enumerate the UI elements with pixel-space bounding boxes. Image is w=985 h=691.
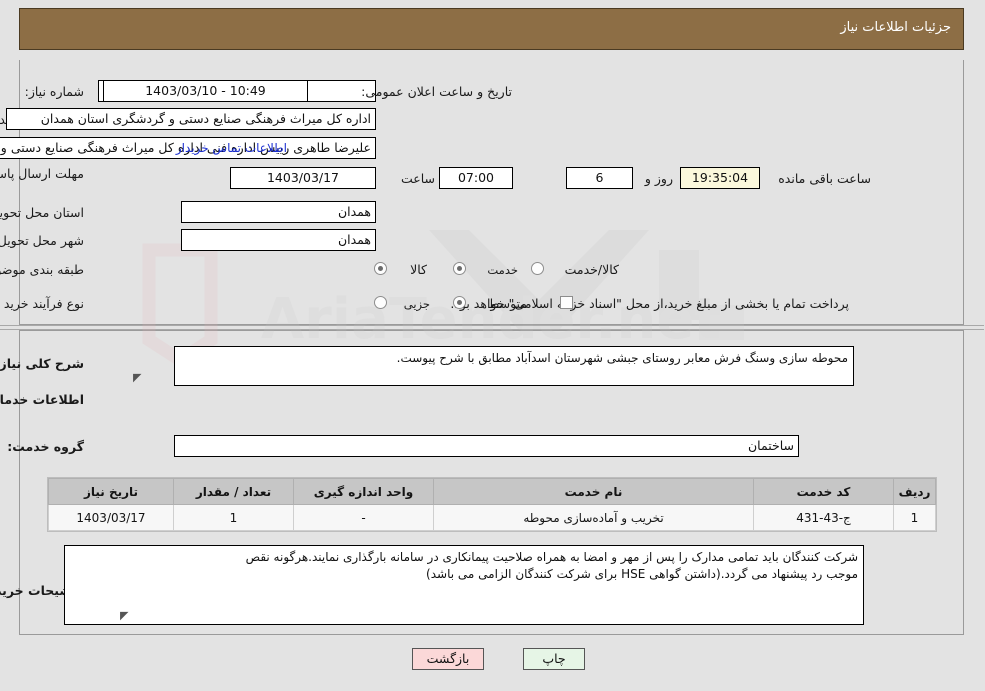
cell-row-no: 1 <box>894 504 937 531</box>
th-row-no: ردیف <box>894 478 937 505</box>
delivery-province-value: همدان <box>182 201 377 223</box>
remaining-days-label: روز و <box>645 171 674 186</box>
table-row: 1 ج-43-431 تخریب و آماده‌سازی محوطه - 1 … <box>49 504 937 531</box>
delivery-city-label: شهر محل تحویل: <box>0 233 85 248</box>
service-group-value: ساختمان <box>175 435 800 457</box>
radio-process-jozee[interactable] <box>375 296 388 309</box>
remaining-time-suffix-label: ساعت باقی مانده <box>779 171 872 186</box>
service-group-label: گروه خدمت: <box>8 439 85 454</box>
services-table: ردیف کد خدمت نام خدمت واحد اندازه گیری ت… <box>48 477 938 532</box>
deadline-hour-label: ساعت <box>401 171 436 186</box>
th-need-date: تاریخ نیاز <box>49 478 175 505</box>
buyer-contact-link[interactable]: اطلاعات تماس خریدار <box>177 141 288 155</box>
radio-category-khedmat[interactable] <box>454 262 467 275</box>
radio-category-kala-khedmat[interactable] <box>532 262 545 275</box>
need-number-label: شماره نیاز: <box>25 84 85 99</box>
page-root: جزئیات اطلاعات نیاز AriaTender.net شماره… <box>0 0 985 691</box>
buyer-remarks-resize-grip[interactable]: ◥ <box>121 609 129 622</box>
delivery-city-value: همدان <box>182 229 377 251</box>
buyer-remarks-line-1: شرکت کنندگان باید تمامی مدارک را پس از م… <box>246 550 859 564</box>
page-title: جزئیات اطلاعات نیاز <box>841 20 952 35</box>
cell-service-name: تخریب و آماده‌سازی محوطه <box>434 504 755 531</box>
deadline-label: مهلت ارسال پاسخ: تا تاریخ: <box>0 166 85 181</box>
category-label: طبقه بندی موضوعی: <box>0 262 85 277</box>
description-resize-grip[interactable]: ◥ <box>134 371 142 384</box>
back-button[interactable]: بازگشت <box>413 648 485 670</box>
buyer-remarks-line-2: موجب رد پیشنهاد می گردد.(داشتن گواهی HSE… <box>427 567 859 581</box>
description-label: شرح کلی نیاز: <box>0 356 85 371</box>
radio-category-khedmat-label: خدمت <box>488 263 519 277</box>
cell-need-date: 1403/03/17 <box>49 504 175 531</box>
radio-category-kala-label: کالا <box>411 262 428 277</box>
th-unit: واحد اندازه گیری <box>294 478 435 505</box>
radio-process-jozee-label: جزیی <box>404 297 431 311</box>
buyer-org-value: اداره کل میراث فرهنگی صنایع دستی و گردشگ… <box>7 108 377 130</box>
radio-category-kala-khedmat-label: کالا/خدمت <box>565 262 620 277</box>
treasury-bonds-label: پرداخت تمام یا بخشی از مبلغ خرید،از محل … <box>451 296 850 311</box>
cell-quantity: 1 <box>174 504 295 531</box>
th-service-code: کد خدمت <box>754 478 895 505</box>
deadline-date-value: 1403/03/17 <box>231 167 377 189</box>
radio-category-kala[interactable] <box>375 262 388 275</box>
table-header-row: ردیف کد خدمت نام خدمت واحد اندازه گیری ت… <box>49 478 937 505</box>
th-quantity: تعداد / مقدار <box>174 478 295 505</box>
deadline-time-value: 07:00 <box>440 167 514 189</box>
delivery-province-label: استان محل تحویل: <box>0 205 85 220</box>
remaining-time-value: 19:35:04 <box>681 167 761 189</box>
treasury-bonds-checkbox[interactable] <box>561 296 574 309</box>
print-button[interactable]: چاپ <box>524 648 586 670</box>
description-textarea[interactable]: محوطه سازی وسنگ فرش معابر روستای جبشی شه… <box>175 346 855 386</box>
window-titlebar: جزئیات اطلاعات نیاز <box>20 8 965 50</box>
cell-service-code: ج-43-431 <box>754 504 895 531</box>
services-heading: اطلاعات خدمات مورد نیاز <box>0 392 85 407</box>
announcement-datetime-value: 1403/03/10 - 10:49 <box>104 80 309 102</box>
remaining-days-value: 6 <box>567 167 634 189</box>
purchase-process-label: نوع فرآیند خرید : <box>0 296 85 311</box>
th-service-name: نام خدمت <box>434 478 755 505</box>
cell-unit: - <box>294 504 435 531</box>
announcement-datetime-label: تاریخ و ساعت اعلان عمومی: <box>362 84 513 99</box>
divider-top <box>0 325 985 326</box>
buyer-remarks-textarea[interactable]: شرکت کنندگان باید تمامی مدارک را پس از م… <box>65 545 865 625</box>
radio-process-motevaset[interactable] <box>454 296 467 309</box>
